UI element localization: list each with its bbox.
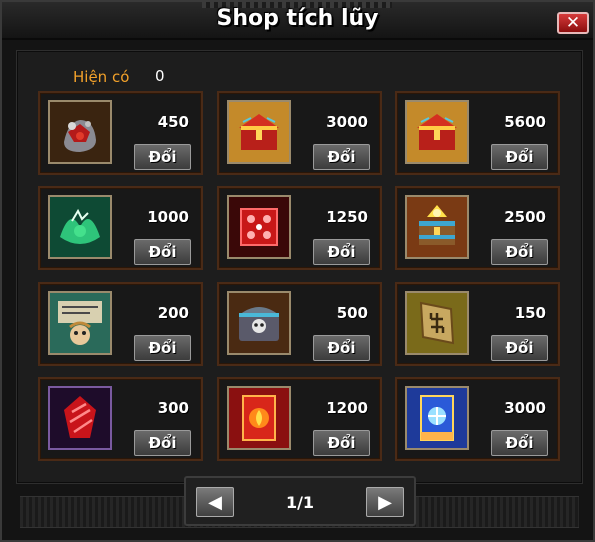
item-price: 3000 bbox=[326, 113, 368, 131]
next-page-button[interactable]: ▶ bbox=[366, 487, 404, 517]
exchange-button[interactable]: Đổi bbox=[313, 430, 370, 456]
shop-item: 2500 Đổi bbox=[395, 186, 560, 270]
red-chest-icon bbox=[227, 100, 291, 164]
shop-item: 1200 Đổi bbox=[217, 377, 382, 461]
exchange-button[interactable]: Đổi bbox=[134, 335, 191, 361]
exchange-button[interactable]: Đổi bbox=[491, 335, 548, 361]
item-price: 3000 bbox=[504, 399, 546, 417]
exchange-button[interactable]: Đổi bbox=[313, 239, 370, 265]
blue-card-icon bbox=[405, 386, 469, 450]
red-chest-icon bbox=[405, 100, 469, 164]
item-price: 150 bbox=[514, 304, 546, 322]
shop-window: Shop tích lũy ✕ Hiện có 0 450 Đổi 3000 Đ… bbox=[0, 0, 595, 542]
item-price: 450 bbox=[157, 113, 189, 131]
green-crystal-icon bbox=[48, 195, 112, 259]
shop-item: 5600 Đổi bbox=[395, 91, 560, 175]
close-icon: ✕ bbox=[565, 13, 581, 33]
item-price: 200 bbox=[157, 304, 189, 322]
shop-item: 3000 Đổi bbox=[217, 91, 382, 175]
prev-page-button[interactable]: ◀ bbox=[196, 487, 234, 517]
gold-chest-icon bbox=[405, 195, 469, 259]
item-price: 1200 bbox=[326, 399, 368, 417]
title-bar: Shop tích lũy ✕ bbox=[2, 2, 593, 40]
treasure-map-icon bbox=[48, 291, 112, 355]
fire-card-icon bbox=[227, 386, 291, 450]
balance-value: 0 bbox=[155, 67, 165, 85]
balance-label: Hiện có bbox=[73, 68, 130, 86]
exchange-button[interactable]: Đổi bbox=[491, 144, 548, 170]
exchange-button[interactable]: Đổi bbox=[313, 144, 370, 170]
exchange-button[interactable]: Đổi bbox=[491, 239, 548, 265]
exchange-button[interactable]: Đổi bbox=[134, 430, 191, 456]
shop-item: 3000 Đổi bbox=[395, 377, 560, 461]
skull-chest-icon bbox=[227, 291, 291, 355]
shop-item: 450 Đổi bbox=[38, 91, 203, 175]
shop-item: 1250 Đổi bbox=[217, 186, 382, 270]
exchange-button[interactable]: Đổi bbox=[134, 144, 191, 170]
shop-item: 200 Đổi bbox=[38, 282, 203, 366]
shop-item: 500 Đổi bbox=[217, 282, 382, 366]
red-gem-icon bbox=[48, 386, 112, 450]
chevron-left-icon: ◀ bbox=[208, 491, 222, 513]
ore-bag-icon bbox=[48, 100, 112, 164]
pager: ◀ 1/1 ▶ bbox=[184, 476, 416, 526]
exchange-button[interactable]: Đổi bbox=[491, 430, 548, 456]
scroll-icon bbox=[405, 291, 469, 355]
item-price: 1250 bbox=[326, 208, 368, 226]
item-price: 2500 bbox=[504, 208, 546, 226]
item-price: 1000 bbox=[147, 208, 189, 226]
item-price: 5600 bbox=[504, 113, 546, 131]
page-indicator: 1/1 bbox=[285, 493, 315, 512]
exchange-button[interactable]: Đổi bbox=[134, 239, 191, 265]
item-price: 500 bbox=[336, 304, 368, 322]
exchange-button[interactable]: Đổi bbox=[313, 335, 370, 361]
shop-item: 150 Đổi bbox=[395, 282, 560, 366]
chevron-right-icon: ▶ bbox=[378, 491, 392, 513]
item-price: 300 bbox=[157, 399, 189, 417]
shop-item: 300 Đổi bbox=[38, 377, 203, 461]
red-cube-icon bbox=[227, 195, 291, 259]
close-button[interactable]: ✕ bbox=[557, 12, 589, 34]
shop-item: 1000 Đổi bbox=[38, 186, 203, 270]
window-title: Shop tích lũy bbox=[216, 6, 379, 31]
